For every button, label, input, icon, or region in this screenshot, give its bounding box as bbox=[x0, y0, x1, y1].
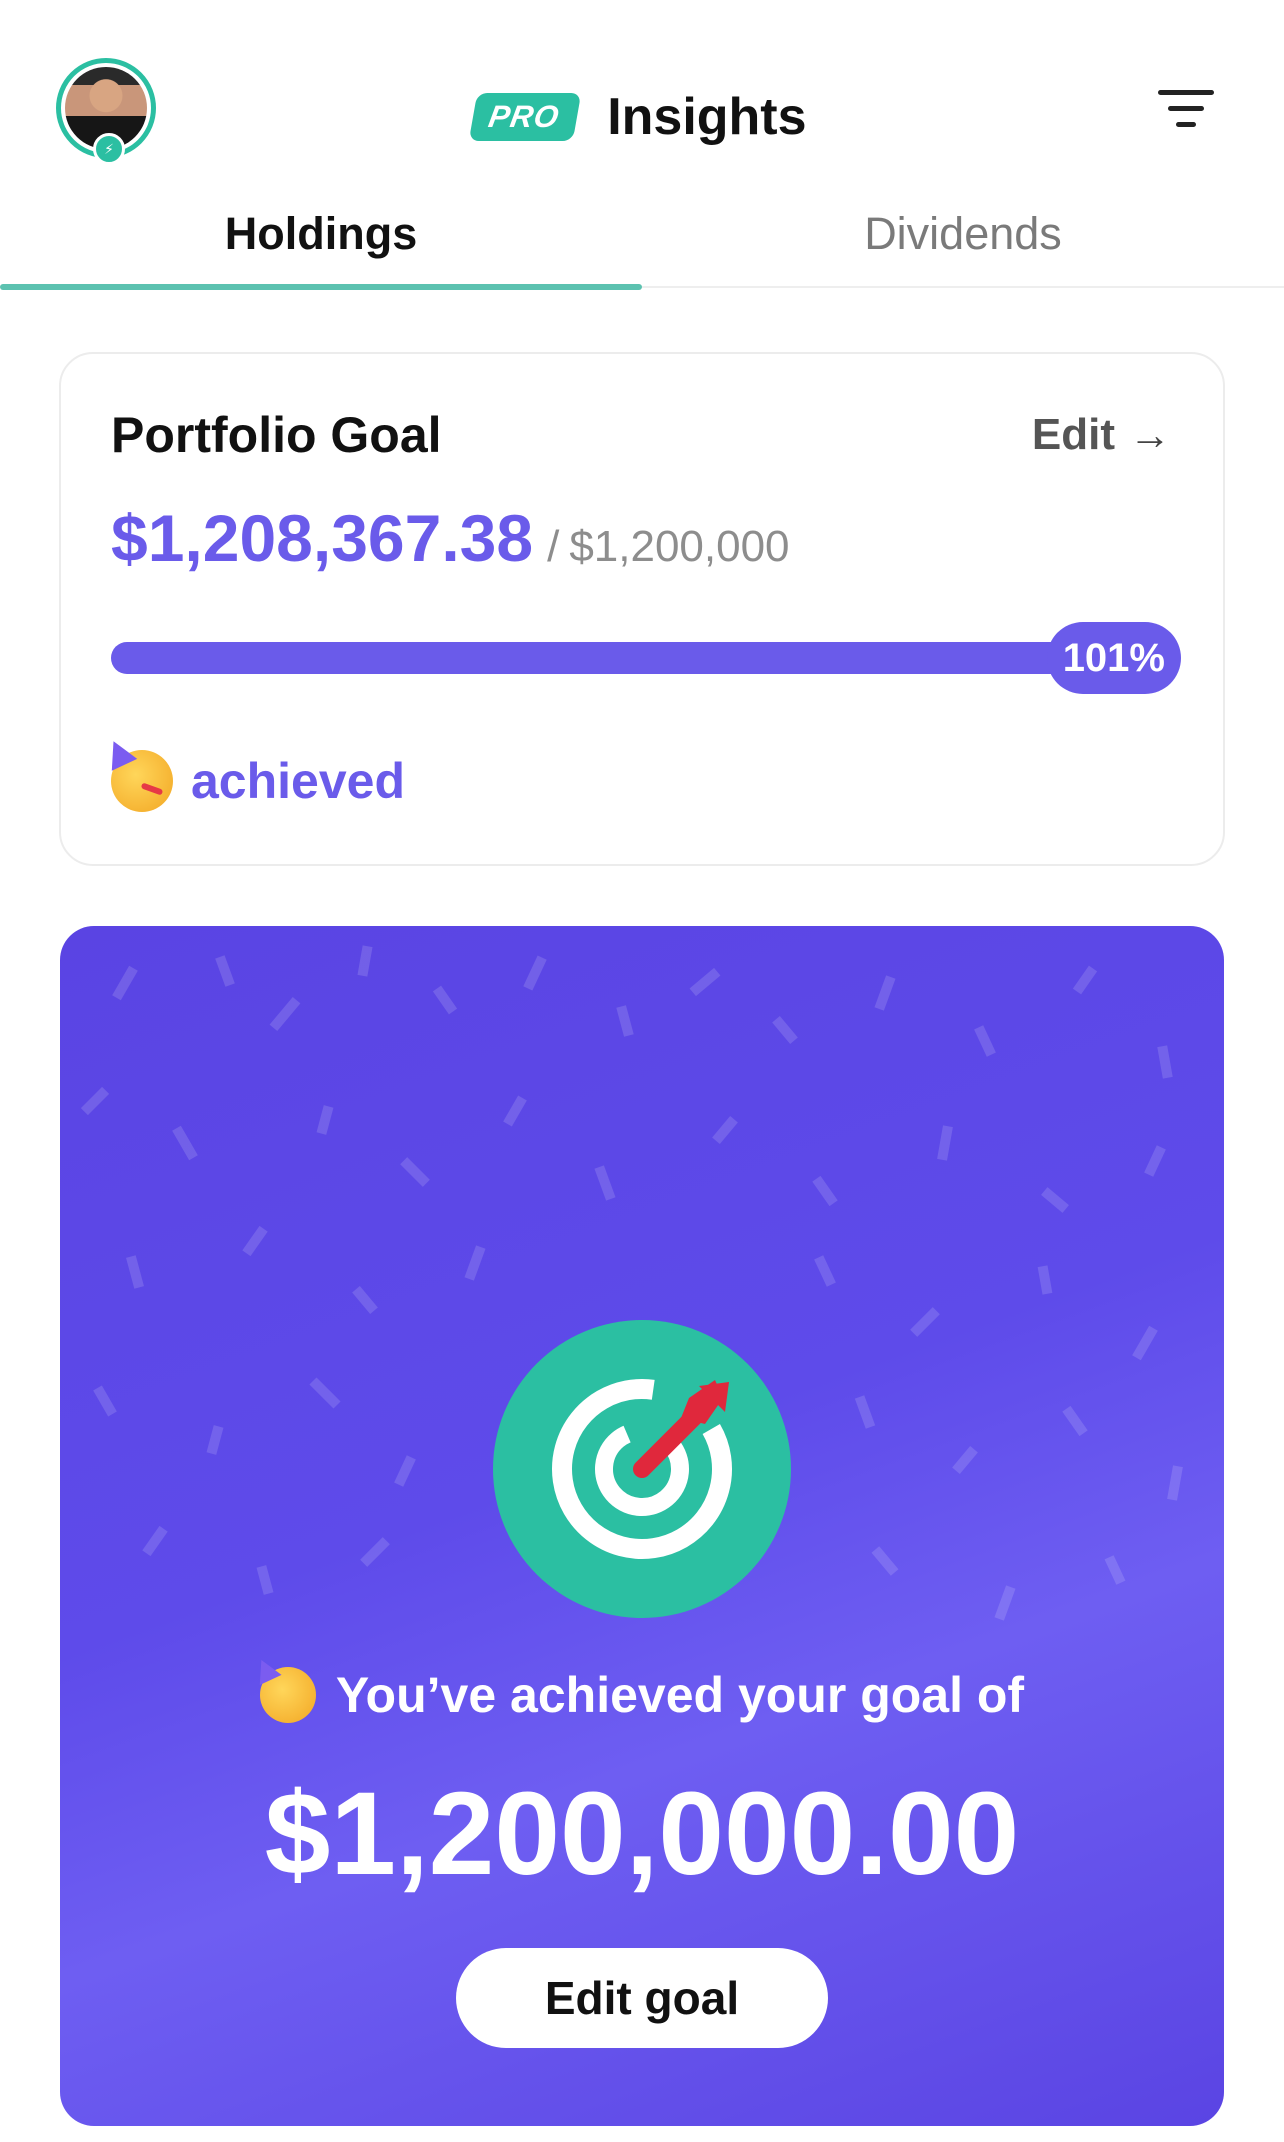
active-tab-indicator bbox=[0, 284, 642, 290]
goal-amounts: $1,208,367.38 / $1,200,000 bbox=[111, 500, 790, 576]
goal-achieved-text: You’ve achieved your goal of bbox=[335, 1667, 1025, 1723]
goal-card-title: Portfolio Goal bbox=[111, 407, 442, 463]
partying-face-icon bbox=[259, 1667, 316, 1723]
app-header: ⚡ PRO Insights bbox=[0, 0, 1284, 190]
arrow-right-icon: → bbox=[1129, 411, 1171, 458]
goal-progress-label: 101% bbox=[1046, 622, 1181, 694]
tab-divider bbox=[642, 286, 1284, 288]
tab-bar: Holdings Dividends bbox=[0, 190, 1284, 292]
tab-dividends[interactable]: Dividends bbox=[642, 190, 1284, 292]
target-dart-icon bbox=[493, 1320, 791, 1618]
current-portfolio-value: $1,208,367.38 bbox=[111, 501, 534, 575]
filter-icon[interactable] bbox=[1156, 84, 1216, 134]
page-title-group: PRO Insights bbox=[468, 82, 807, 152]
goal-target-value: $1,200,000 bbox=[569, 522, 790, 571]
tab-holdings[interactable]: Holdings bbox=[0, 190, 642, 292]
lightning-icon: ⚡ bbox=[93, 133, 125, 165]
portfolio-goal-card: Portfolio Goal Edit → $1,208,367.38 / $1… bbox=[59, 352, 1225, 866]
goal-amount: $1,200,000.00 bbox=[264, 1768, 1020, 1900]
goal-achieved-card: You’ve achieved your goal of $1,200,000.… bbox=[60, 926, 1224, 2126]
goal-status-label: achieved bbox=[191, 753, 406, 809]
page-title: Insights bbox=[607, 88, 807, 146]
goal-progress-fill bbox=[111, 642, 1179, 674]
user-avatar[interactable]: ⚡ bbox=[56, 58, 156, 165]
edit-goal-button[interactable]: Edit goal bbox=[456, 1948, 828, 2048]
goal-achieved-message: You’ve achieved your goal of bbox=[60, 1666, 1224, 1724]
goal-progress-bar: 101% bbox=[111, 622, 1181, 694]
partying-face-icon bbox=[111, 750, 173, 812]
pro-badge: PRO bbox=[468, 93, 582, 141]
amount-separator: / bbox=[547, 522, 560, 571]
target-dart-graphic bbox=[552, 1379, 732, 1559]
goal-status: achieved bbox=[111, 750, 405, 812]
edit-goal-link[interactable]: Edit → bbox=[1032, 410, 1171, 460]
edit-link-label: Edit bbox=[1031, 410, 1115, 459]
